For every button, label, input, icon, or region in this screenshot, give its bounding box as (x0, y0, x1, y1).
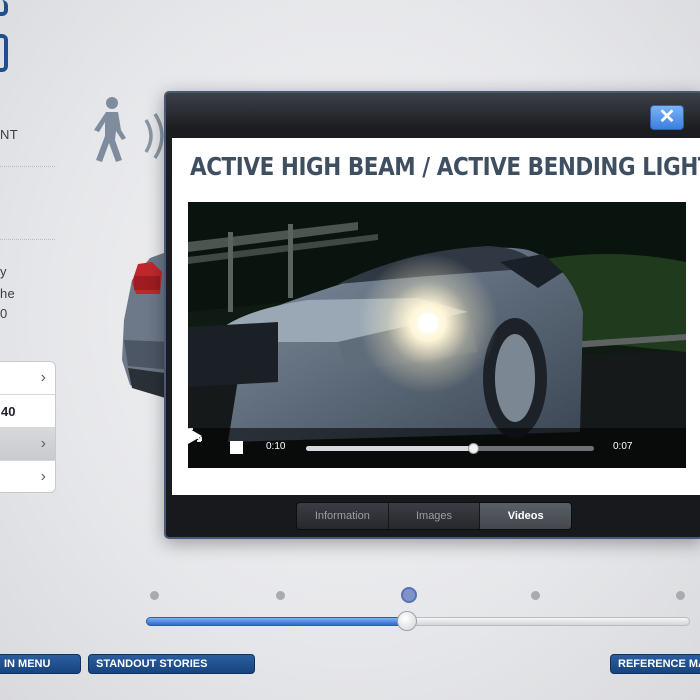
timeline-step[interactable] (531, 591, 540, 600)
chevron-right-icon: › (40, 435, 46, 452)
modal-content: ACTIVE HIGH BEAM / ACTIVE BENDING LIGHT (172, 138, 700, 495)
brand-title-fragment (0, 34, 8, 72)
tab-information[interactable]: Information (297, 503, 389, 529)
timeline-step[interactable] (150, 591, 159, 600)
timeline-slider-knob[interactable] (397, 611, 418, 631)
reference-materials-button[interactable]: REFERENCE MA (610, 654, 700, 674)
timeline-slider-fill (146, 617, 408, 626)
list-item[interactable]: › (0, 362, 55, 395)
stop-button[interactable] (230, 441, 243, 454)
chevron-right-icon: › (40, 369, 46, 386)
tab-images[interactable]: Images (389, 503, 481, 529)
feature-text: 0 (0, 306, 8, 321)
feature-modal: ✕ ACTIVE HIGH BEAM / ACTIVE BENDING LIGH… (164, 91, 700, 539)
list-item[interactable]: 40 (0, 395, 55, 428)
list-item[interactable]: › (0, 428, 55, 461)
video-player[interactable]: 0:10 0:07 (188, 202, 686, 468)
modal-title: ACTIVE HIGH BEAM / ACTIVE BENDING LIGHT (190, 152, 700, 181)
video-progress-fill (306, 446, 474, 451)
close-button[interactable]: ✕ (650, 105, 684, 130)
list-item[interactable]: › (0, 461, 55, 492)
tab-videos[interactable]: Videos (480, 503, 571, 529)
standout-stories-button[interactable]: STANDOUT STORIES (88, 654, 255, 674)
video-scrubber-knob[interactable] (468, 443, 480, 454)
timeline-step[interactable] (276, 591, 285, 600)
divider (0, 239, 55, 240)
feature-text: y (0, 264, 7, 279)
pedestrian-icon (94, 97, 126, 162)
feature-text: he (0, 286, 16, 301)
video-controls: 0:10 0:07 (188, 428, 686, 468)
feature-text: NT (0, 127, 18, 142)
fullscreen-icon[interactable] (188, 428, 202, 442)
remaining-time: 0:07 (613, 441, 633, 452)
brand-title-fragment (0, 0, 8, 16)
chevron-right-icon: › (40, 468, 46, 485)
timeline-step[interactable] (676, 591, 685, 600)
modal-tabs: Information Images Videos (296, 502, 572, 530)
main-menu-button[interactable]: IN MENU (0, 654, 81, 674)
elapsed-time: 0:10 (266, 441, 286, 452)
timeline-step-current[interactable] (401, 587, 417, 603)
video-scrubber[interactable] (306, 443, 594, 454)
option-list: › 40 › › (0, 361, 56, 493)
divider (0, 166, 55, 167)
